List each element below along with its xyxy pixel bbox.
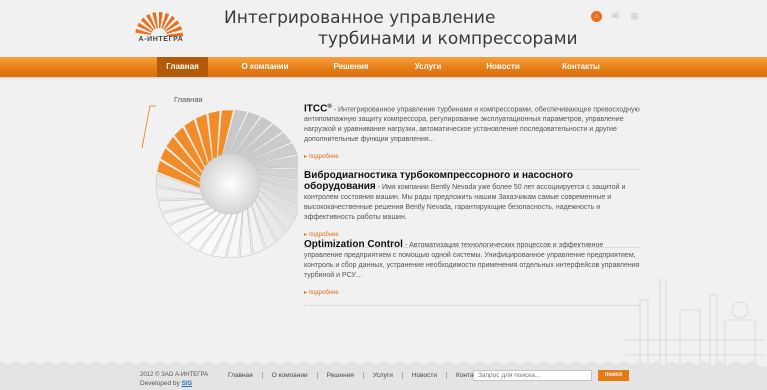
turbine-illustration[interactable] <box>128 94 298 264</box>
nav-item-contacts[interactable]: Контакты <box>548 57 614 77</box>
footer-links: Главная О компании Решения Услуги Новост… <box>228 372 493 379</box>
search-input[interactable] <box>473 370 592 381</box>
sitemap-icon[interactable]: ⊞ <box>629 11 640 22</box>
article-vibration: Вибродиагностика турбокомпрессорного и н… <box>304 171 640 248</box>
footer-link-solutions[interactable]: Решения <box>318 372 364 379</box>
article-title[interactable]: ITCC <box>304 103 327 114</box>
footer-link-about[interactable]: О компании <box>263 372 318 379</box>
article-title[interactable]: Optimization Control <box>304 239 403 250</box>
more-link[interactable]: подробнее <box>304 289 339 296</box>
divider <box>304 305 640 306</box>
footer-link-news[interactable]: Новости <box>403 372 448 379</box>
nav-item-services[interactable]: Услуги <box>395 57 461 77</box>
article-optimization: Optimization Control - Автоматизация тех… <box>304 240 640 306</box>
developer-credit-prefix: Developed by <box>140 380 182 387</box>
nav-item-solutions[interactable]: Решения <box>318 57 384 77</box>
header-icons: ⌂ ✉ ⊞ <box>591 11 640 22</box>
article-itcc: ITCC® - Интегрированное управление турби… <box>304 102 640 171</box>
nav-item-about[interactable]: О компании <box>232 57 298 77</box>
search-button[interactable]: поиск <box>598 370 629 381</box>
mail-icon[interactable]: ✉ <box>610 11 621 22</box>
footer-link-services[interactable]: Услуги <box>364 372 403 379</box>
nav-item-home[interactable]: Главная <box>157 57 208 77</box>
more-link[interactable]: подробнее <box>304 231 339 238</box>
developer-credit: Developed by SIS <box>140 380 192 387</box>
home-icon[interactable]: ⌂ <box>591 11 602 22</box>
copyright-text: 2012 © ЗАО А-ИНТЕГРА <box>140 372 209 378</box>
developer-link[interactable]: SIS <box>182 380 192 387</box>
article-desc: - Интегрированное управление турбинами и… <box>304 106 640 144</box>
logo-text: А-ИНТЕГРА <box>138 36 184 43</box>
more-link[interactable]: подробнее <box>304 153 339 160</box>
turbine-label[interactable]: Главная <box>174 95 203 104</box>
site-headline-line1: Интегрированное управление <box>224 8 496 28</box>
footer-link-home[interactable]: Главная <box>228 372 263 379</box>
nav-item-news[interactable]: Новости <box>470 57 536 77</box>
site-headline-line2: турбинами и компрессорами <box>318 29 578 49</box>
main-nav: Главная О компании Решения Услуги Новост… <box>0 57 767 77</box>
